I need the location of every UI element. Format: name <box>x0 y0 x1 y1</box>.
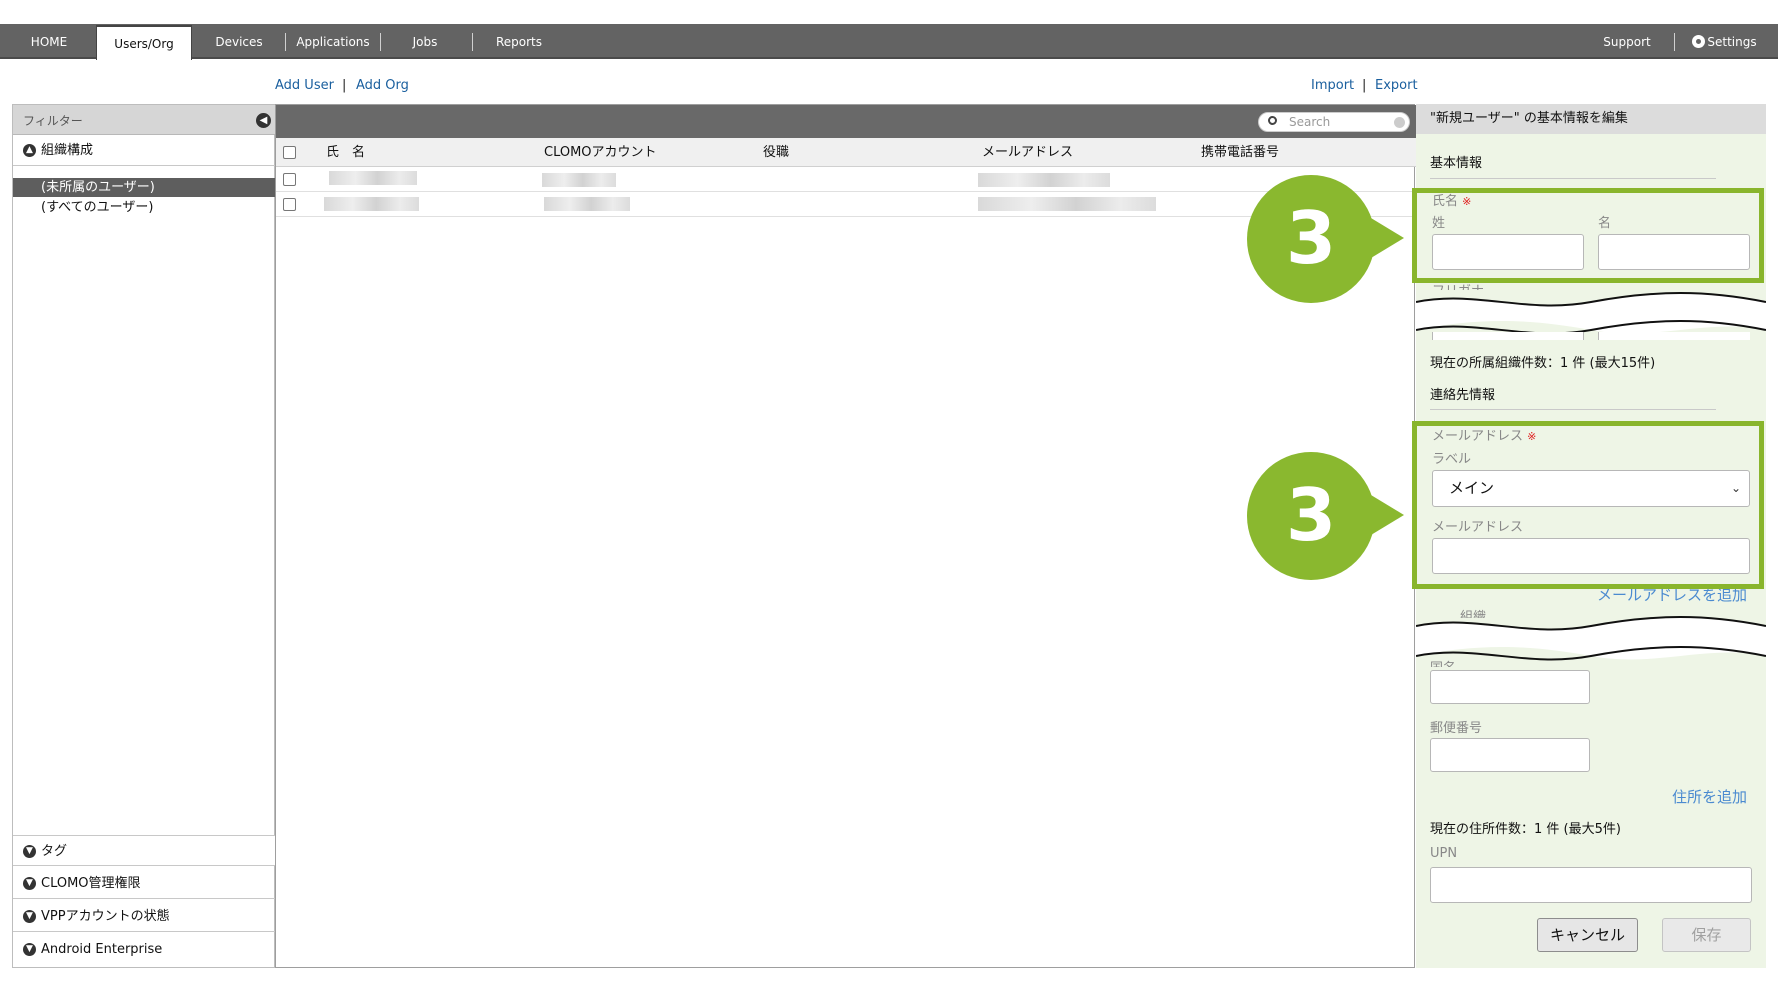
chevron-down-icon: ▼ <box>23 943 36 956</box>
table-toolbar: Search <box>276 105 1416 138</box>
filter-item-unassigned[interactable]: (未所属のユーザー) <box>13 178 275 197</box>
row-checkbox[interactable] <box>283 198 296 211</box>
gear-icon <box>1692 35 1705 48</box>
nav-separator <box>1674 33 1675 51</box>
field-fragment <box>1598 332 1750 340</box>
divider <box>1430 409 1716 410</box>
add-org-link[interactable]: Add Org <box>356 78 409 93</box>
chevron-down-icon: ▼ <box>23 845 36 858</box>
chevron-down-icon: ▼ <box>23 877 36 890</box>
section-org-structure[interactable]: ▲ 組織構成 <box>13 135 276 166</box>
clear-search-icon[interactable] <box>1394 117 1405 128</box>
column-email[interactable]: メールアドレス <box>982 138 1073 167</box>
collapse-icon[interactable]: ◀ <box>256 113 271 128</box>
add-user-link[interactable]: Add User <box>275 78 334 93</box>
tab-reports[interactable]: Reports <box>488 24 550 59</box>
user-table-panel: Search 氏 名 CLOMOアカウント 役職 メールアドレス 携帯電話番号 <box>275 104 1416 968</box>
redacted-text <box>978 197 1156 211</box>
country-label-fragment: 国名 <box>1430 657 1456 667</box>
tab-devices[interactable]: Devices <box>204 24 274 59</box>
link-separator: | <box>1362 78 1367 93</box>
search-icon <box>1268 116 1277 125</box>
highlight-email-fields <box>1412 421 1764 589</box>
import-link[interactable]: Import <box>1311 78 1354 93</box>
export-link[interactable]: Export <box>1375 78 1418 93</box>
nav-separator <box>285 33 286 51</box>
settings-label: Settings <box>1707 35 1757 49</box>
column-title[interactable]: 役職 <box>763 138 789 167</box>
step-callout: 3 <box>1247 452 1375 580</box>
redacted-text <box>324 197 419 211</box>
nav-separator <box>472 33 473 51</box>
chevron-up-icon: ▲ <box>23 144 36 157</box>
redacted-text <box>978 173 1110 187</box>
upn-input[interactable] <box>1430 867 1752 903</box>
section-tags[interactable]: ▼ タグ <box>13 835 276 866</box>
section-label: CLOMO管理権限 <box>41 876 141 891</box>
tab-jobs[interactable]: Jobs <box>395 24 455 59</box>
section-basic-info: 基本情報 <box>1430 156 1483 171</box>
step-callout: 3 <box>1247 175 1375 303</box>
section-label: Android Enterprise <box>41 942 163 957</box>
tab-applications[interactable]: Applications <box>290 24 376 59</box>
filter-panel: フィルター ◀ ▲ 組織構成 (未所属のユーザー) (すべてのユーザー) ▼ タ… <box>12 104 276 968</box>
section-break <box>1416 616 1766 661</box>
column-name[interactable]: 氏 名 <box>326 138 365 167</box>
support-link[interactable]: Support <box>1594 24 1660 59</box>
address-count-text: 現在の住所件数：1 件 (最大5件) <box>1430 822 1621 837</box>
redacted-text <box>329 171 417 185</box>
upn-label: UPN <box>1430 846 1458 861</box>
filter-title: フィルター <box>23 114 83 128</box>
section-contact-info: 連絡先情報 <box>1430 388 1496 403</box>
chevron-down-icon: ▼ <box>23 910 36 923</box>
table-row[interactable] <box>276 167 1416 192</box>
section-clomo-permissions[interactable]: ▼ CLOMO管理権限 <box>13 868 276 899</box>
country-input[interactable] <box>1430 670 1590 704</box>
top-nav-bar: HOME Users/Org Devices Applications Jobs… <box>0 24 1778 60</box>
cancel-button[interactable]: キャンセル <box>1537 918 1638 952</box>
org-count-text: 現在の所属組織件数：1 件 (最大15件) <box>1430 356 1656 371</box>
add-address-link[interactable]: 住所を追加 <box>1672 786 1747 807</box>
settings-link[interactable]: Settings <box>1688 24 1760 59</box>
section-label: VPPアカウントの状態 <box>41 909 170 924</box>
form-header: "新規ユーザー" の基本情報を編集 <box>1416 104 1766 134</box>
callout-arrow <box>1366 492 1404 538</box>
redacted-text <box>544 197 630 211</box>
postal-code-input[interactable] <box>1430 738 1590 772</box>
section-android-enterprise[interactable]: ▼ Android Enterprise <box>13 934 276 965</box>
callout-arrow <box>1366 215 1404 261</box>
divider <box>1430 178 1716 179</box>
column-clomo-account[interactable]: CLOMOアカウント <box>544 138 657 167</box>
link-separator: | <box>342 78 347 93</box>
tab-home[interactable]: HOME <box>14 24 84 59</box>
highlight-name-fields <box>1412 188 1764 283</box>
save-button[interactable]: 保存 <box>1662 918 1751 952</box>
table-header: 氏 名 CLOMOアカウント 役職 メールアドレス 携帯電話番号 <box>276 138 1416 167</box>
table-row[interactable] <box>276 192 1416 217</box>
redacted-text <box>542 173 616 187</box>
filter-header: フィルター ◀ <box>13 105 276 135</box>
section-vpp-status[interactable]: ▼ VPPアカウントの状態 <box>13 901 276 932</box>
filter-item-all-users[interactable]: (すべてのユーザー) <box>13 198 275 217</box>
column-mobile[interactable]: 携帯電話番号 <box>1201 138 1279 167</box>
section-label: 組織構成 <box>41 143 94 158</box>
nav-separator <box>380 33 381 51</box>
section-label: タグ <box>41 844 68 859</box>
row-checkbox[interactable] <box>283 173 296 186</box>
postal-code-label: 郵便番号 <box>1430 721 1483 736</box>
search-input[interactable]: Search <box>1258 112 1410 132</box>
tab-users-org[interactable]: Users/Org <box>96 25 192 60</box>
select-all-checkbox[interactable] <box>283 146 296 159</box>
field-fragment <box>1432 332 1584 340</box>
